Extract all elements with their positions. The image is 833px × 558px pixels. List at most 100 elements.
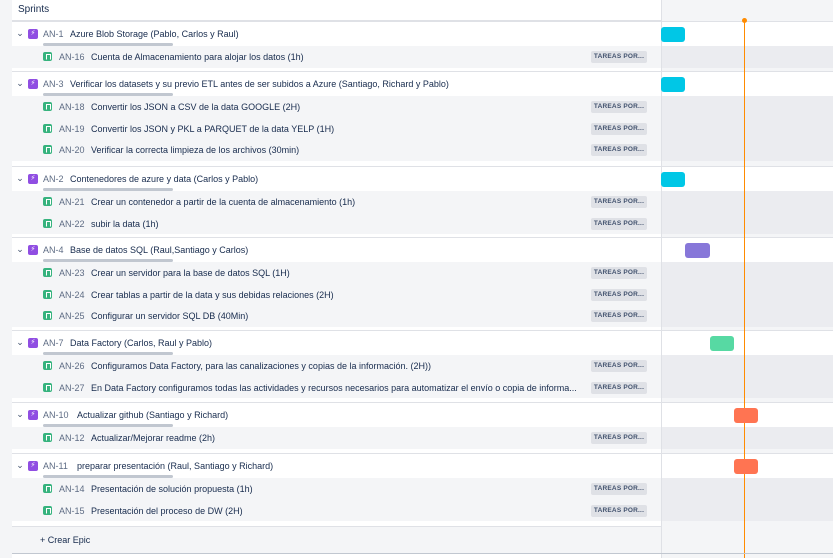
epic-timeline-bar[interactable] <box>734 459 758 474</box>
story-summary[interactable]: Convertir los JSON y PKL a PARQUET de la… <box>91 124 334 134</box>
story-key[interactable]: AN-24 <box>59 290 85 300</box>
story-key[interactable]: AN-25 <box>59 311 85 321</box>
story-row[interactable]: AN-15 Presentación del proceso de DW (2H)… <box>12 499 833 521</box>
epic-summary[interactable]: Base de datos SQL (Raul,Santiago y Carlo… <box>70 245 248 255</box>
story-summary[interactable]: subir la data (1h) <box>91 219 159 229</box>
story-summary[interactable]: Convertir los JSON a CSV de la data GOOG… <box>91 102 300 112</box>
story-key[interactable]: AN-18 <box>59 102 85 112</box>
chevron-down-icon[interactable]: ⌄ <box>15 337 25 347</box>
epic-key[interactable]: AN-11 <box>43 461 68 471</box>
story-summary[interactable]: En Data Factory configuramos todas las a… <box>91 383 577 393</box>
epic-key[interactable]: AN-2 <box>43 174 64 184</box>
story-summary[interactable]: Presentación de solución propuesta (1h) <box>91 484 253 494</box>
chevron-down-icon[interactable]: ⌄ <box>15 28 25 38</box>
epic-row[interactable]: ⌄ ⚡ AN-11 preparar presentación (Raul, Sant… <box>12 453 833 479</box>
epic-key[interactable]: AN-1 <box>43 29 64 39</box>
epic-timeline-bar[interactable] <box>710 336 734 351</box>
epic-key[interactable]: AN-7 <box>43 338 64 348</box>
story-summary[interactable]: Configuramos Data Factory, para las cana… <box>91 361 431 371</box>
timeline-cell <box>661 139 833 161</box>
story-summary[interactable]: Crear tablas a partir de la data y sus d… <box>91 290 334 300</box>
status-badge[interactable]: TAREAS POR... <box>591 51 647 63</box>
story-icon <box>43 361 52 370</box>
epic-summary[interactable]: Actualizar github (Santiago y Richard) <box>77 410 228 420</box>
status-badge[interactable]: TAREAS POR... <box>591 310 647 322</box>
story-row[interactable]: AN-27 En Data Factory configuramos todas … <box>12 376 833 398</box>
story-row[interactable]: AN-16 Cuenta de Almacenamiento para aloja… <box>12 46 833 68</box>
status-badge[interactable]: TAREAS POR... <box>591 267 647 279</box>
status-badge[interactable]: TAREAS POR... <box>591 504 647 517</box>
story-row[interactable]: AN-20 Verificar la correcta limpieza de l… <box>12 139 833 161</box>
story-row[interactable]: AN-19 Convertir los JSON y PKL a PARQUET … <box>12 117 833 139</box>
epic-key[interactable]: AN-4 <box>43 245 64 255</box>
status-badge[interactable]: TAREAS POR... <box>591 196 647 208</box>
epic-summary[interactable]: Contenedores de azure y data (Carlos y P… <box>70 174 258 184</box>
story-key[interactable]: AN-12 <box>59 433 85 443</box>
story-row[interactable]: AN-12 Actualizar/Mejorar readme (2h) TAREA… <box>12 427 833 449</box>
create-epic-button[interactable]: + Crear Epic <box>12 526 661 554</box>
timeline-cell <box>661 355 833 377</box>
story-icon <box>43 311 52 320</box>
status-badge[interactable]: TAREAS POR... <box>591 101 647 113</box>
story-summary[interactable]: Actualizar/Mejorar readme (2h) <box>91 433 215 443</box>
chevron-down-icon[interactable]: ⌄ <box>15 78 25 88</box>
epic-timeline-bar[interactable] <box>661 27 685 42</box>
status-badge[interactable]: TAREAS POR... <box>591 360 647 372</box>
story-key[interactable]: AN-21 <box>59 197 85 207</box>
epic-timeline-bar[interactable] <box>734 408 758 423</box>
story-row[interactable]: AN-26 Configuramos Data Factory, para las… <box>12 355 833 377</box>
today-marker-dot <box>742 18 747 23</box>
status-badge[interactable]: TAREAS POR... <box>591 122 647 135</box>
story-row[interactable]: AN-18 Convertir los JSON a CSV de la data… <box>12 96 833 118</box>
chevron-down-icon[interactable]: ⌄ <box>15 460 25 470</box>
story-summary[interactable]: Verificar la correcta limpieza de los ar… <box>91 145 299 155</box>
story-key[interactable]: AN-15 <box>59 506 85 516</box>
epic-key[interactable]: AN-10 <box>43 410 69 420</box>
epic-key[interactable]: AN-3 <box>43 79 64 89</box>
story-key[interactable]: AN-23 <box>59 268 85 278</box>
status-badge[interactable]: TAREAS POR... <box>591 432 647 444</box>
status-badge[interactable]: TAREAS POR... <box>591 144 647 156</box>
epic-timeline-bar[interactable] <box>685 243 710 258</box>
epic-row[interactable]: ⌄ ⚡ AN-2 Contenedores de azure y data (Carl… <box>12 166 833 192</box>
epic-icon: ⚡ <box>28 174 38 184</box>
epic-summary[interactable]: Data Factory (Carlos, Raul y Pablo) <box>70 338 212 348</box>
story-icon <box>43 382 52 392</box>
timeline-cell <box>661 212 833 234</box>
story-key[interactable]: AN-27 <box>59 383 85 393</box>
timeline-cell <box>661 427 833 449</box>
story-row[interactable]: AN-25 Configurar un servidor SQL DB (40Mi… <box>12 305 833 327</box>
story-row[interactable]: AN-23 Crear un servidor para la base de d… <box>12 262 833 284</box>
story-summary[interactable]: Configurar un servidor SQL DB (40Min) <box>91 311 248 321</box>
epic-row[interactable]: ⌄ ⚡ AN-10 Actualizar github (Santiago y Ric… <box>12 402 833 428</box>
status-badge[interactable]: TAREAS POR... <box>591 288 647 301</box>
epic-timeline-bar[interactable] <box>661 77 685 92</box>
story-summary[interactable]: Presentación del proceso de DW (2H) <box>91 506 243 516</box>
epic-row[interactable]: ⌄ ⚡ AN-1 Azure Blob Storage (Pablo, Carlos … <box>12 21 833 47</box>
epic-row[interactable]: ⌄ ⚡ AN-3 Verificar los datasets y su previo… <box>12 71 833 97</box>
story-key[interactable]: AN-19 <box>59 124 85 134</box>
epic-timeline-bar[interactable] <box>661 172 685 187</box>
story-key[interactable]: AN-16 <box>59 52 85 62</box>
story-row[interactable]: AN-14 Presentación de solución propuesta … <box>12 478 833 500</box>
status-badge[interactable]: TAREAS POR... <box>591 217 647 230</box>
chevron-down-icon[interactable]: ⌄ <box>15 173 25 183</box>
chevron-down-icon[interactable]: ⌄ <box>15 244 25 254</box>
status-badge[interactable]: TAREAS POR... <box>591 483 647 495</box>
story-key[interactable]: AN-20 <box>59 145 85 155</box>
epic-summary[interactable]: preparar presentación (Raul, Santiago y … <box>77 461 273 471</box>
story-summary[interactable]: Cuenta de Almacenamiento para alojar los… <box>91 52 304 62</box>
story-summary[interactable]: Crear un servidor para la base de datos … <box>91 268 290 278</box>
epic-summary[interactable]: Azure Blob Storage (Pablo, Carlos y Raul… <box>70 29 239 39</box>
story-row[interactable]: AN-21 Crear un contenedor a partir de la … <box>12 191 833 213</box>
status-badge[interactable]: TAREAS POR... <box>591 381 647 394</box>
story-key[interactable]: AN-14 <box>59 484 85 494</box>
story-key[interactable]: AN-22 <box>59 219 85 229</box>
epic-summary[interactable]: Verificar los datasets y su previo ETL a… <box>70 79 449 89</box>
story-row[interactable]: AN-22 subir la data (1h) TAREAS POR... <box>12 212 833 234</box>
chevron-down-icon[interactable]: ⌄ <box>15 409 25 419</box>
story-summary[interactable]: Crear un contenedor a partir de la cuent… <box>91 197 355 207</box>
list-header: Sprints <box>12 0 661 21</box>
story-row[interactable]: AN-24 Crear tablas a partir de la data y … <box>12 283 833 305</box>
story-key[interactable]: AN-26 <box>59 361 85 371</box>
